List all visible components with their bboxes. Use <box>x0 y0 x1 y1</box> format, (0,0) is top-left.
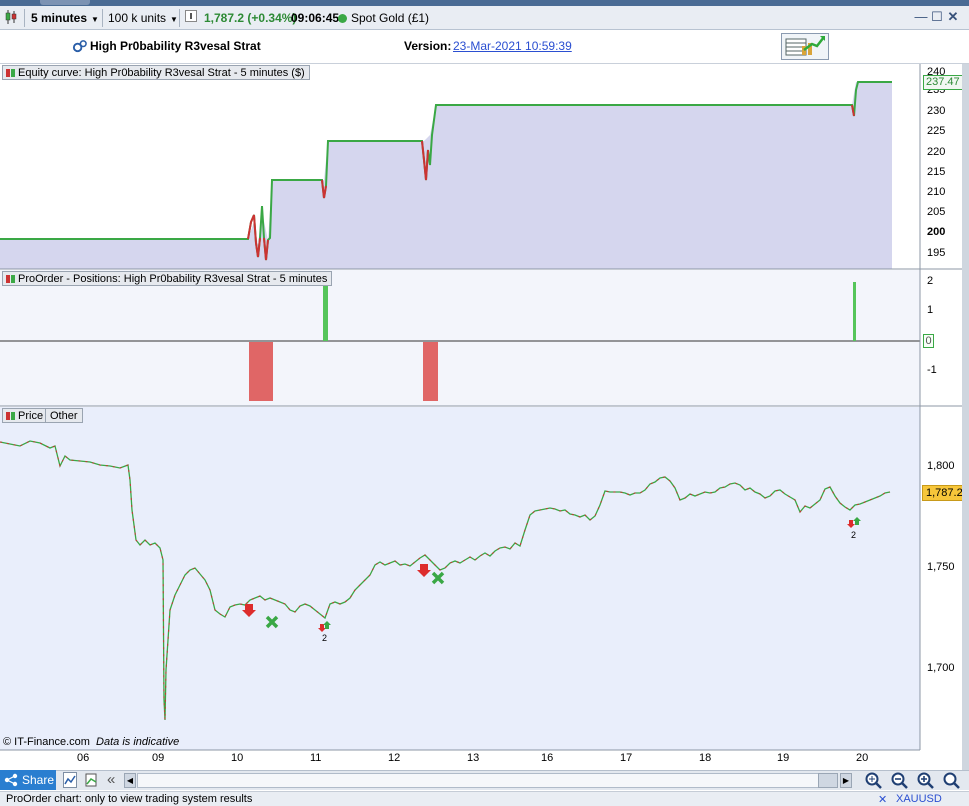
x-axis-labels: 06 09 10 11 12 13 16 17 18 19 20 <box>0 752 920 768</box>
price-tick: 1,700 <box>927 662 955 674</box>
zoom-fit-icon[interactable] <box>864 772 884 793</box>
equity-tick: 225 <box>927 125 946 137</box>
last-price: 1,787.2 (+0.34%) <box>204 11 297 25</box>
close-icon[interactable]: ✕ <box>946 10 960 24</box>
scroll-track[interactable] <box>137 773 838 788</box>
scroll-start-icon[interactable]: « <box>107 771 115 788</box>
x-tick: 16 <box>541 752 554 764</box>
tab-other[interactable]: Other <box>45 408 83 423</box>
short-position-bar <box>423 342 438 401</box>
positions-zero-badge: 0 <box>923 334 934 348</box>
equity-tick: 195 <box>927 247 946 259</box>
scroll-right-button[interactable]: ▶ <box>840 773 852 788</box>
equity-tick: 220 <box>927 146 946 158</box>
zoom-reset-icon[interactable] <box>942 772 962 793</box>
positions-tick: 2 <box>927 275 934 287</box>
equity-tick: 200 <box>927 226 946 238</box>
scroll-thumb[interactable] <box>818 773 838 788</box>
equity-tick: 210 <box>927 186 946 198</box>
chart-settings-icon[interactable] <box>63 772 77 788</box>
market-open-icon <box>338 14 347 23</box>
instrument-name[interactable]: Spot Gold (£1) <box>338 9 429 27</box>
zoom-out-icon[interactable] <box>890 772 910 793</box>
equity-panel-label[interactable]: Equity curve: High Pr0bability R3vesal S… <box>2 65 310 80</box>
bottom-scrollbar[interactable]: « ◀ ▶ <box>0 770 969 790</box>
trade-count-label: 2 <box>322 633 328 643</box>
x-tick: 06 <box>77 752 90 764</box>
x-tick: 19 <box>777 752 790 764</box>
last-time: 09:06:45 <box>291 11 340 25</box>
symbol-label[interactable]: XAUUSD <box>896 793 942 805</box>
x-tick: 10 <box>231 752 244 764</box>
status-bar: ProOrder chart: only to view trading sys… <box>0 791 969 806</box>
trade-count-label: 2 <box>851 530 857 540</box>
chart-toolbar: 5 minutes ▼ 100 k units ▼ 1,787.2 (+0.34%)… <box>0 6 969 30</box>
version-label: Version: <box>404 39 452 53</box>
strategy-header: High Pr0bability R3vesal Strat Version: … <box>0 31 969 64</box>
share-button[interactable]: Share <box>0 770 56 790</box>
x-tick: 17 <box>620 752 633 764</box>
price-panel-bg <box>0 407 920 750</box>
x-tick: 12 <box>388 752 401 764</box>
long-position-bar <box>853 282 856 341</box>
symbol-flag-icon: ✕ <box>878 794 888 806</box>
copyright-notice: © IT-Finance.com Data is indicative <box>3 736 180 748</box>
tab-price[interactable]: Price <box>2 408 49 423</box>
candlestick-icon[interactable] <box>4 9 18 27</box>
chart-area[interactable] <box>0 64 962 770</box>
strategy-name: High Pr0bability R3vesal Strat <box>90 39 261 53</box>
x-tick: 18 <box>699 752 712 764</box>
price-last-badge: 1,787.2 <box>922 485 967 501</box>
detailed-report-icon[interactable] <box>781 33 829 60</box>
units-select[interactable]: 100 k units ▼ <box>108 9 178 27</box>
zoom-in-icon[interactable] <box>916 772 936 793</box>
x-tick: 20 <box>856 752 869 764</box>
equity-last-value: 237.47 <box>923 75 963 90</box>
timeframe-select[interactable]: 5 minutes ▼ <box>31 9 99 27</box>
positions-tick: -1 <box>927 364 937 376</box>
version-link[interactable]: 23-Mar-2021 10:59:39 <box>453 39 572 53</box>
x-tick: 09 <box>152 752 165 764</box>
long-position-bar <box>323 282 328 341</box>
minimize-icon[interactable]: — <box>914 10 928 24</box>
positions-panel-bg <box>0 270 920 406</box>
share-icon <box>4 773 18 787</box>
price-tick: 1,750 <box>927 561 955 573</box>
positions-panel-label[interactable]: ProOrder - Positions: High Pr0bability R… <box>2 271 333 286</box>
short-position-bar <box>249 342 273 401</box>
maximize-icon[interactable]: ☐ <box>930 10 944 24</box>
gear-icon[interactable] <box>72 39 87 54</box>
scroll-left-button[interactable]: ◀ <box>124 773 136 788</box>
equity-tick: 230 <box>927 105 946 117</box>
window-title-tab <box>40 0 90 5</box>
trading-icon[interactable] <box>84 772 100 788</box>
right-edge-panel <box>962 64 969 770</box>
equity-tick: 215 <box>927 166 946 178</box>
positions-tick: 1 <box>927 304 934 316</box>
x-tick: 13 <box>467 752 480 764</box>
info-icon[interactable] <box>185 9 197 27</box>
price-tick: 1,800 <box>927 460 955 472</box>
equity-tick: 205 <box>927 206 946 218</box>
x-tick: 11 <box>310 752 322 764</box>
